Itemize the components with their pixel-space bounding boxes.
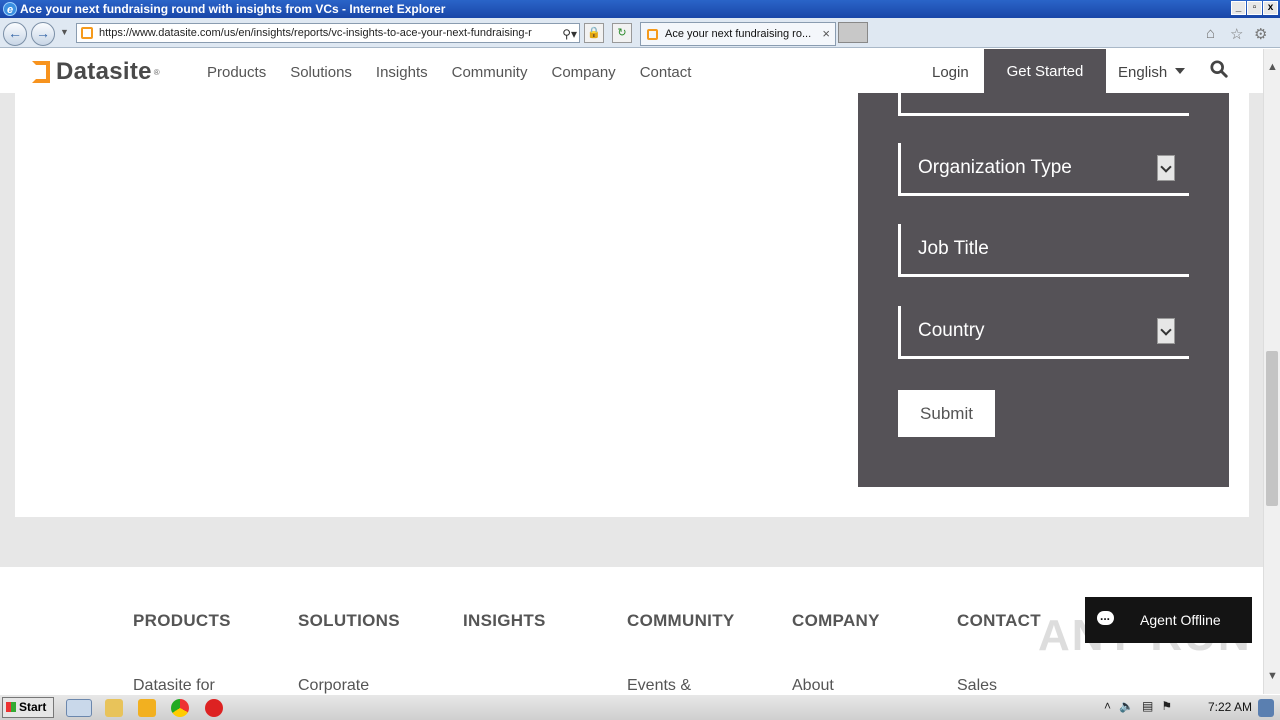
country-select[interactable]: Country	[898, 306, 1189, 359]
chat-widget-button[interactable]: Agent Offline	[1085, 593, 1252, 643]
close-tab-icon[interactable]: ×	[822, 23, 830, 45]
site-favicon	[81, 27, 93, 39]
footer-heading: COMPANY	[792, 611, 880, 630]
gear-icon[interactable]: ⚙	[1254, 25, 1267, 43]
window-title: Ace your next fundraising round with ins…	[20, 2, 446, 16]
forward-button[interactable]: →	[31, 22, 55, 46]
close-window-button[interactable]: x	[1263, 1, 1278, 15]
footer-column-contact: CONTACT Sales	[957, 611, 1041, 694]
footer-link[interactable]: About	[792, 677, 880, 694]
flag-icon[interactable]: ⚑	[1161, 699, 1172, 713]
content-card: Organization Type Job Title Country Subm…	[15, 63, 1249, 517]
lock-icon[interactable]: 🔒	[584, 23, 604, 43]
show-desktop-icon[interactable]	[1258, 699, 1274, 717]
scrollbar-thumb[interactable]	[1266, 351, 1278, 506]
main-nav: Products Solutions Insights Community Co…	[207, 64, 691, 81]
nav-insights[interactable]: Insights	[376, 64, 428, 81]
tab-favicon	[647, 29, 658, 40]
download-form: Organization Type Job Title Country Subm…	[858, 63, 1229, 487]
favorites-star-icon[interactable]: ☆	[1230, 25, 1243, 43]
clock: 7:22 AM	[1208, 700, 1253, 714]
back-button[interactable]: ←	[3, 22, 27, 46]
footer-link[interactable]: Events &	[627, 677, 735, 694]
window-controls: _ ▫ x	[1231, 1, 1278, 15]
home-icon[interactable]: ⌂	[1206, 25, 1215, 42]
nav-contact[interactable]: Contact	[640, 64, 692, 81]
footer-column-insights: INSIGHTS	[463, 611, 546, 631]
submit-button[interactable]: Submit	[898, 390, 995, 437]
login-link[interactable]: Login	[932, 64, 969, 81]
chat-bubble-icon	[1097, 593, 1114, 639]
explorer-folder-icon[interactable]	[105, 699, 123, 717]
nav-community[interactable]: Community	[452, 64, 528, 81]
url-text: https://www.datasite.com/us/en/insights/…	[99, 27, 532, 39]
browser-tab[interactable]: Ace your next fundraising ro... ×	[640, 22, 836, 46]
refresh-icon[interactable]: ↻	[612, 23, 632, 43]
footer-column-company: COMPANY About	[792, 611, 880, 694]
job-title-field[interactable]: Job Title	[898, 224, 1189, 277]
footer-link[interactable]: Datasite for	[133, 677, 231, 694]
system-tray: ˄ 🔈 ▤ ⚑	[1104, 699, 1172, 713]
language-selector[interactable]: English	[1118, 64, 1186, 81]
search-icon[interactable]	[1210, 60, 1228, 78]
minimize-button[interactable]: _	[1231, 1, 1246, 15]
site-footer: PRODUCTS Datasite for SOLUTIONS Corporat…	[0, 567, 1263, 694]
history-dropdown-icon[interactable]: ▼	[60, 27, 69, 37]
footer-column-products: PRODUCTS Datasite for	[133, 611, 231, 694]
footer-link[interactable]: Corporate	[298, 677, 400, 694]
media-player-icon[interactable]	[138, 699, 156, 717]
footer-column-solutions: SOLUTIONS Corporate	[298, 611, 400, 694]
browser-toolbar: ← → ▼ https://www.datasite.com/us/en/ins…	[0, 18, 1280, 48]
organization-type-select[interactable]: Organization Type	[898, 143, 1189, 196]
nav-products[interactable]: Products	[207, 64, 266, 81]
footer-heading: PRODUCTS	[133, 611, 231, 630]
nav-company[interactable]: Company	[551, 64, 615, 81]
chevron-down-icon[interactable]	[1157, 155, 1175, 181]
datasite-logo-icon	[32, 61, 50, 83]
opera-icon[interactable]	[205, 699, 223, 717]
datasite-logo[interactable]: Datasite ®	[32, 58, 160, 86]
window-title-bar: e Ace your next fundraising round with i…	[0, 0, 1280, 18]
new-tab-button[interactable]	[838, 22, 868, 43]
vertical-scrollbar[interactable]: ▲ ▼	[1263, 49, 1280, 694]
scroll-up-icon[interactable]: ▲	[1267, 61, 1278, 73]
footer-link[interactable]: Sales	[957, 677, 1041, 694]
get-started-button[interactable]: Get Started	[984, 49, 1106, 93]
footer-heading: SOLUTIONS	[298, 611, 400, 630]
network-icon[interactable]: ▤	[1142, 699, 1153, 713]
nav-solutions[interactable]: Solutions	[290, 64, 352, 81]
speaker-icon[interactable]: 🔈	[1119, 699, 1134, 713]
chat-status: Agent Offline	[1140, 612, 1221, 628]
page-viewport: Datasite ® Products Solutions Insights C…	[0, 49, 1263, 694]
footer-column-community: COMMUNITY Events &	[627, 611, 735, 694]
caret-down-icon	[1175, 68, 1186, 74]
footer-heading: COMMUNITY	[627, 611, 735, 630]
tab-title: Ace your next fundraising ro...	[665, 28, 812, 40]
footer-heading: INSIGHTS	[463, 611, 546, 630]
windows-taskbar: Start ˄ 🔈 ▤ ⚑ 7:22 AM	[0, 694, 1280, 720]
restore-button[interactable]: ▫	[1247, 1, 1262, 15]
internet-explorer-icon: e	[3, 2, 17, 16]
site-header: Datasite ® Products Solutions Insights C…	[0, 49, 1263, 93]
search-icon[interactable]: ⚲▾	[562, 25, 577, 42]
footer-heading: CONTACT	[957, 611, 1041, 630]
show-hidden-icons-icon[interactable]: ˄	[1104, 699, 1111, 713]
chevron-down-icon[interactable]	[1157, 318, 1175, 344]
address-bar[interactable]: https://www.datasite.com/us/en/insights/…	[76, 23, 580, 43]
start-button[interactable]: Start	[2, 697, 54, 718]
ie-taskbar-icon[interactable]	[66, 699, 92, 717]
scroll-down-icon[interactable]: ▼	[1267, 670, 1278, 682]
chrome-icon[interactable]	[171, 699, 189, 717]
